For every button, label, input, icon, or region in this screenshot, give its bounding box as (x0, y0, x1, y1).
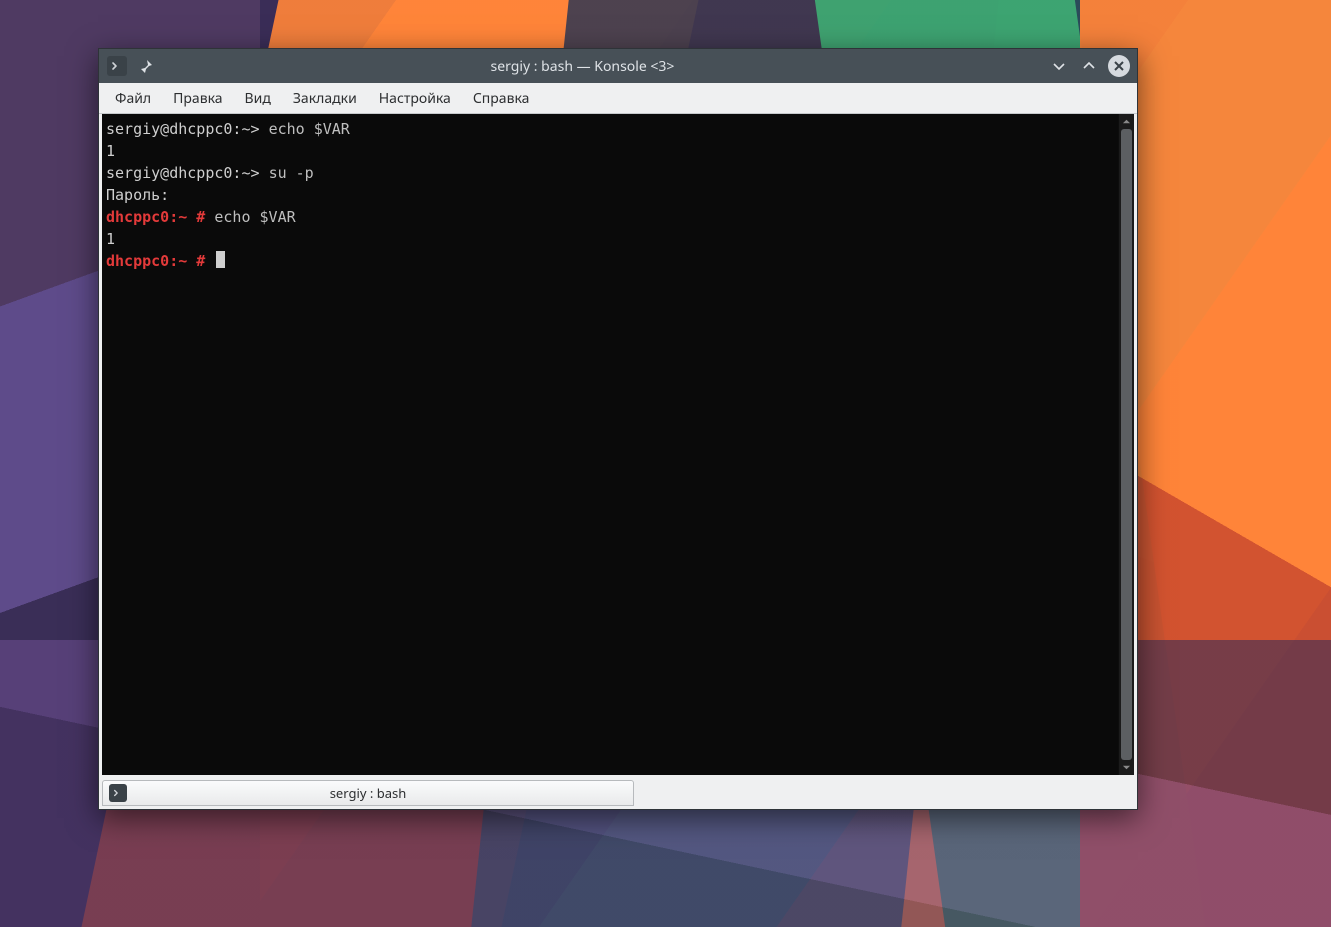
menu-view[interactable]: Вид (235, 85, 281, 112)
terminal-line: Пароль: (106, 184, 1112, 206)
scroll-track[interactable] (1119, 129, 1134, 760)
pin-icon[interactable] (135, 55, 157, 77)
user-prompt: sergiy@dhcppc0:~> (106, 164, 269, 182)
terminal-line: 1 (106, 228, 1112, 250)
maximize-button[interactable] (1078, 55, 1100, 77)
terminal-line: 1 (106, 140, 1112, 162)
terminal[interactable]: sergiy@dhcppc0:~> echo $VAR1sergiy@dhcpp… (102, 114, 1118, 775)
menu-file[interactable]: Файл (105, 85, 161, 112)
command-text: echo $VAR (214, 208, 295, 226)
scroll-down-button[interactable] (1119, 760, 1134, 775)
scroll-up-button[interactable] (1119, 114, 1134, 129)
window-title: sergiy : bash — Konsole <3> (157, 57, 1048, 76)
cursor (216, 251, 225, 268)
user-prompt: sergiy@dhcppc0:~> (106, 120, 269, 138)
menu-help[interactable]: Справка (463, 85, 540, 112)
menubar: Файл Правка Вид Закладки Настройка Справ… (99, 83, 1137, 114)
tab-bar: sergiy : bash (99, 778, 1137, 809)
command-text: echo $VAR (269, 120, 350, 138)
scroll-thumb[interactable] (1121, 129, 1132, 760)
close-button[interactable] (1108, 55, 1130, 77)
scrollbar[interactable] (1118, 114, 1134, 775)
titlebar[interactable]: sergiy : bash — Konsole <3> (99, 49, 1137, 83)
app-icon (107, 56, 127, 76)
terminal-line: dhcppc0:~ # (106, 250, 1112, 272)
root-prompt: dhcppc0:~ # (106, 208, 214, 226)
menu-settings[interactable]: Настройка (369, 85, 461, 112)
command-text: su -p (269, 164, 314, 182)
terminal-line: dhcppc0:~ # echo $VAR (106, 206, 1112, 228)
root-prompt: dhcppc0:~ # (106, 252, 214, 270)
menu-bookmarks[interactable]: Закладки (283, 85, 367, 112)
menu-edit[interactable]: Правка (163, 85, 232, 112)
tab-label: sergiy : bash (330, 784, 407, 802)
konsole-window: sergiy : bash — Konsole <3> Файл Правка … (98, 48, 1138, 810)
minimize-button[interactable] (1048, 55, 1070, 77)
terminal-icon (109, 784, 127, 802)
desktop: sergiy : bash — Konsole <3> Файл Правка … (0, 0, 1331, 927)
tab-session[interactable]: sergiy : bash (102, 780, 634, 806)
terminal-area: sergiy@dhcppc0:~> echo $VAR1sergiy@dhcpp… (102, 114, 1134, 775)
terminal-line: sergiy@dhcppc0:~> echo $VAR (106, 118, 1112, 140)
terminal-line: sergiy@dhcppc0:~> su -p (106, 162, 1112, 184)
